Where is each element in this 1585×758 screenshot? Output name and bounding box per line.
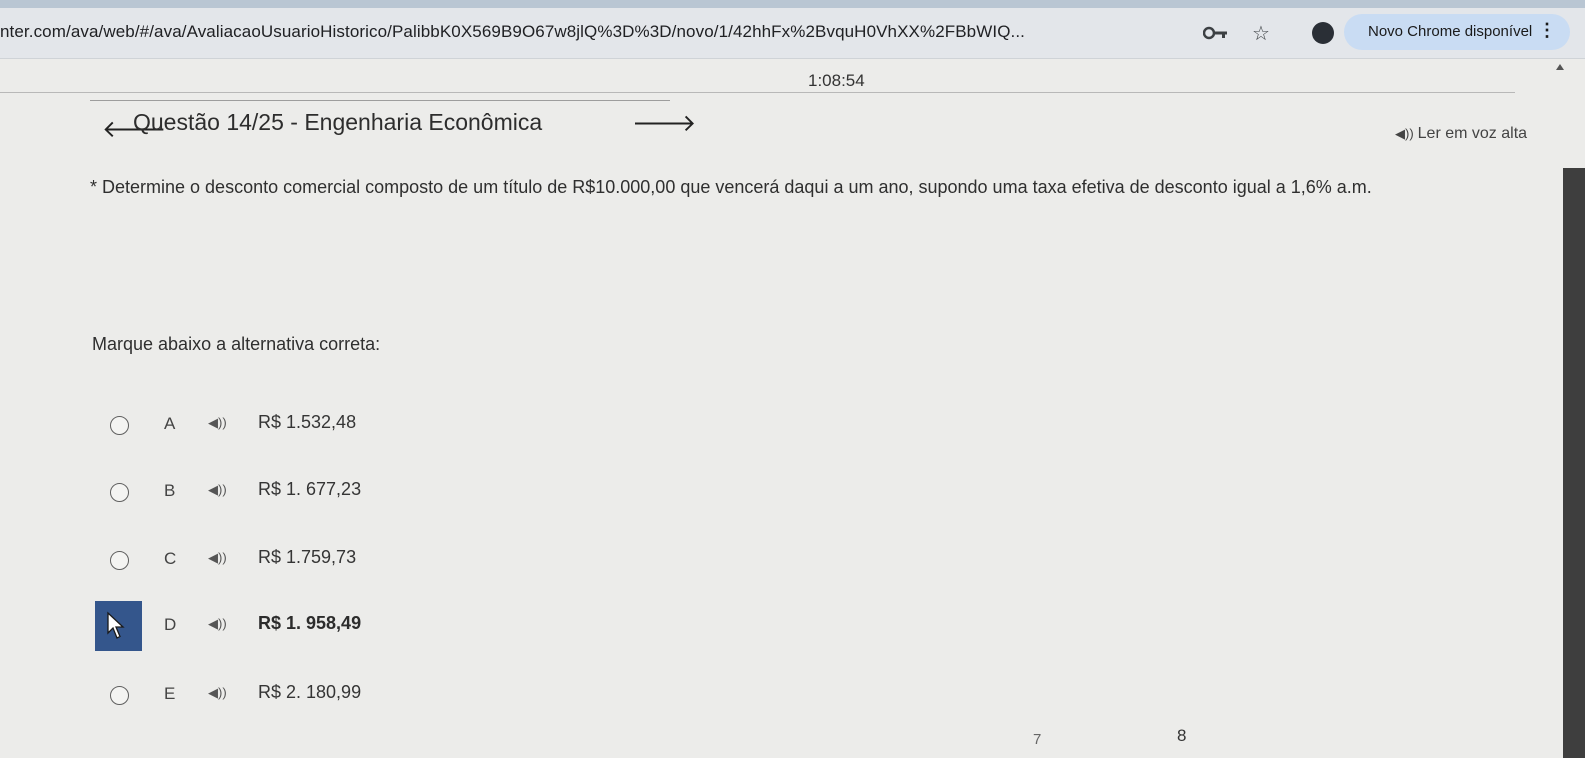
url-text[interactable]: nter.com/ava/web/#/ava/AvaliacaoUsuarioH… (0, 22, 1025, 42)
chrome-update-button[interactable]: Novo Chrome disponível ⋮ (1344, 14, 1570, 50)
option-e-radio[interactable] (110, 686, 129, 705)
speaker-icon: ◀)) (1395, 126, 1414, 141)
option-b-radio[interactable] (110, 483, 129, 502)
option-e-value: R$ 2. 180,99 (258, 682, 362, 702)
scroll-up-arrow-icon[interactable] (1556, 64, 1564, 70)
speaker-icon[interactable]: ◀)) (208, 550, 227, 566)
option-d[interactable]: D ◀)) R$ 1. 958,49 (95, 601, 695, 651)
option-d-selected-marker[interactable] (95, 601, 142, 651)
option-b-value: R$ 1. 677,23 (258, 479, 362, 499)
speaker-icon[interactable]: ◀)) (208, 685, 227, 701)
speaker-icon[interactable]: ◀)) (208, 415, 227, 431)
speaker-icon[interactable]: ◀)) (208, 482, 227, 498)
mouse-cursor-icon (107, 611, 125, 639)
chrome-update-label: Novo Chrome disponível (1368, 23, 1533, 40)
bookmark-star-icon[interactable]: ☆ (1252, 21, 1270, 46)
question-title: Questão 14/25 - Engenharia Econômica (133, 109, 543, 135)
option-a-letter: A (164, 414, 176, 433)
option-b-letter: B (164, 481, 176, 500)
timer-divider (0, 92, 1515, 93)
page-number-7[interactable]: 7 (1033, 731, 1041, 748)
option-c-letter: C (164, 549, 177, 568)
address-bar[interactable]: nter.com/ava/web/#/ava/AvaliacaoUsuarioH… (0, 8, 1585, 59)
speaker-icon[interactable]: ◀)) (208, 616, 227, 632)
option-e-letter: E (164, 684, 176, 703)
option-b[interactable]: B ◀)) R$ 1. 677,23 (95, 467, 695, 517)
option-d-letter: D (164, 615, 177, 634)
profile-avatar-icon[interactable] (1312, 22, 1334, 44)
scrollbar-thumb[interactable] (1563, 168, 1585, 758)
read-aloud-button[interactable]: ◀)) Ler em voz alta (1395, 125, 1527, 143)
header-divider (90, 100, 670, 101)
exam-timer: 1:08:54 (808, 71, 865, 90)
kebab-menu-icon[interactable]: ⋮ (1538, 20, 1556, 41)
option-c-value: R$ 1.759,73 (258, 547, 357, 567)
option-e[interactable]: E ◀)) R$ 2. 180,99 (95, 670, 695, 720)
option-a[interactable]: A ◀)) R$ 1.532,48 (95, 400, 695, 450)
read-aloud-label: Ler em voz alta (1417, 125, 1528, 142)
page-number-8[interactable]: 8 (1177, 726, 1186, 746)
option-c[interactable]: C ◀)) R$ 1.759,73 (95, 535, 695, 585)
key-icon[interactable] (1203, 25, 1229, 41)
question-text: * Determine o desconto comercial compost… (90, 177, 1372, 197)
option-d-value: R$ 1. 958,49 (258, 613, 362, 633)
option-c-radio[interactable] (110, 551, 129, 570)
browser-top-band (0, 0, 1585, 8)
option-a-radio[interactable] (110, 416, 129, 435)
option-a-value: R$ 1.532,48 (258, 412, 357, 432)
next-question-arrow-icon[interactable]: 🡒 (632, 108, 696, 138)
answer-instruction: Marque abaixo a alternativa correta: (92, 334, 381, 354)
